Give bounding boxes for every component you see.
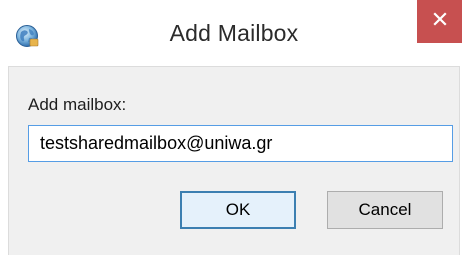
close-button[interactable] <box>417 0 462 43</box>
add-mailbox-dialog: Add Mailbox Add mailbox: OK Cancel <box>0 0 468 255</box>
dialog-title: Add Mailbox <box>169 20 299 46</box>
cancel-button[interactable]: Cancel <box>327 191 443 229</box>
ok-button[interactable]: OK <box>180 191 296 229</box>
dialog-body: Add mailbox: OK Cancel <box>8 66 460 255</box>
add-mailbox-label: Add mailbox: <box>28 95 127 114</box>
title-bar[interactable]: Add Mailbox <box>0 0 468 66</box>
close-icon <box>432 12 447 31</box>
mailbox-address-input[interactable] <box>28 125 453 162</box>
